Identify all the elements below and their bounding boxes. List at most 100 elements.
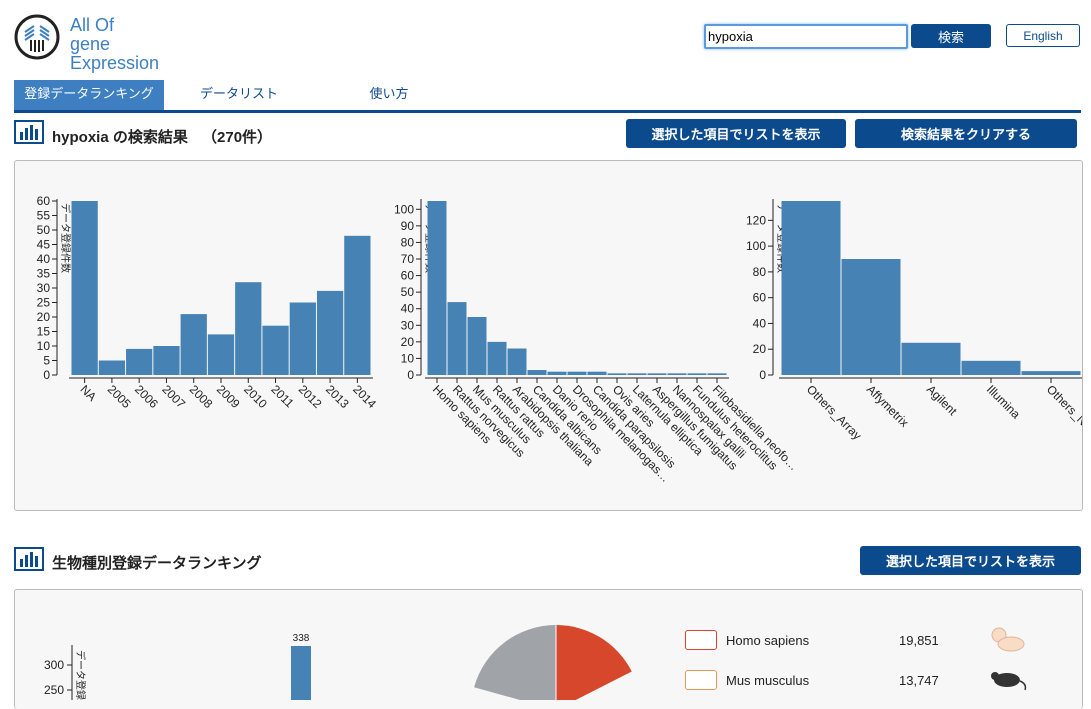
y-tick-label: 80 bbox=[753, 265, 767, 279]
y-tick-label: 35 bbox=[37, 267, 51, 281]
bar bbox=[687, 373, 707, 375]
bar bbox=[587, 371, 607, 375]
legend-item-homo-sapiens[interactable]: Homo sapiens 19,851 bbox=[685, 627, 1045, 652]
bar-chart: 051015202530354045505560データ登録件数NA 2005200… bbox=[37, 194, 380, 411]
bar bbox=[527, 370, 547, 375]
y-tick-label: 300 bbox=[44, 658, 64, 672]
y-tick-label: 60 bbox=[37, 194, 51, 208]
y-tick-label: 120 bbox=[746, 213, 766, 227]
y-tick-label: 0 bbox=[759, 368, 766, 382]
x-tick-label: 2012 bbox=[296, 382, 325, 411]
y-tick-label: 20 bbox=[37, 310, 51, 324]
y-tick-label: 40 bbox=[753, 316, 767, 330]
tab-data-list[interactable]: データリスト bbox=[174, 80, 304, 110]
bar bbox=[344, 235, 371, 375]
y-tick-label: 30 bbox=[37, 281, 51, 295]
x-tick-label: Others_NG bbox=[1044, 382, 1082, 435]
y-tick-label: 50 bbox=[37, 223, 51, 237]
bar bbox=[627, 373, 647, 375]
logo-line-1: All Of bbox=[70, 15, 115, 35]
show-list-button[interactable]: 選択した項目でリストを表示 bbox=[626, 119, 846, 148]
bar-chart-icon bbox=[14, 547, 44, 571]
x-tick-label: Others_Array bbox=[804, 382, 864, 442]
x-tick-label: 2014 bbox=[350, 382, 379, 411]
language-button[interactable]: English bbox=[1006, 24, 1080, 47]
y-tick-label: 20 bbox=[401, 335, 415, 349]
legend-count: 13,747 bbox=[899, 673, 939, 688]
y-tick-label: 50 bbox=[401, 285, 415, 299]
bar bbox=[781, 201, 841, 375]
bar bbox=[262, 325, 289, 375]
bar bbox=[180, 314, 207, 375]
y-tick-label: 45 bbox=[37, 238, 51, 252]
x-tick-label: 2013 bbox=[323, 382, 352, 411]
bar bbox=[667, 373, 687, 375]
x-tick-label: Agilent bbox=[924, 382, 960, 418]
results-title-suffix: の検索結果 bbox=[108, 129, 188, 146]
x-tick-label: 2010 bbox=[241, 382, 270, 411]
y-tick-label: 55 bbox=[37, 209, 51, 223]
y-tick-label: 0 bbox=[43, 368, 50, 382]
y-tick-label: 5 bbox=[43, 354, 50, 368]
results-charts: 051015202530354045505560データ登録件数NA 2005200… bbox=[37, 194, 1082, 485]
bar bbox=[707, 373, 727, 375]
y-axis-label: データ登録件数 bbox=[74, 650, 87, 700]
legend-name: Mus musculus bbox=[726, 673, 810, 688]
results-keyword: hypoxia bbox=[52, 129, 109, 146]
bar-chart: 0102030405060708090100データ登録件数Homo sapien… bbox=[394, 199, 801, 485]
legend-count: 19,851 bbox=[899, 633, 939, 648]
bar bbox=[567, 371, 587, 375]
bar bbox=[607, 373, 627, 375]
y-tick-label: 250 bbox=[44, 683, 64, 697]
baby-icon bbox=[991, 627, 1025, 652]
main-tabs: 登録データランキング データリスト 使い方 bbox=[14, 80, 1081, 113]
x-tick-label: Illumina bbox=[984, 382, 1023, 421]
legend-name: Homo sapiens bbox=[726, 633, 810, 648]
y-tick-label: 0 bbox=[407, 368, 414, 382]
y-tick-label: 25 bbox=[37, 296, 51, 310]
bar-chart-icon bbox=[14, 120, 44, 144]
x-tick-label: 2011 bbox=[268, 382, 296, 410]
x-tick-label: 2008 bbox=[187, 382, 216, 411]
species-show-list-button[interactable]: 選択した項目でリストを表示 bbox=[860, 546, 1081, 575]
bar bbox=[427, 201, 447, 375]
bar-chart: 020406080100120 データ登録件数Others_Array Affyme… bbox=[746, 199, 1082, 443]
bar bbox=[126, 348, 153, 375]
logo-icon bbox=[14, 14, 60, 60]
y-tick-label: 60 bbox=[401, 269, 415, 283]
species-section-title: 生物種別登録データランキング bbox=[52, 555, 262, 572]
species-pie-chart bbox=[474, 625, 632, 700]
x-tick-label: 2006 bbox=[132, 382, 161, 411]
legend-swatch[interactable] bbox=[685, 670, 717, 690]
search-input[interactable] bbox=[704, 24, 908, 49]
y-tick-label: 15 bbox=[37, 325, 51, 339]
y-tick-label: 10 bbox=[401, 351, 415, 365]
x-tick-label: 2005 bbox=[105, 382, 134, 411]
x-tick-label: 2007 bbox=[159, 382, 188, 411]
bar bbox=[841, 259, 901, 375]
clear-results-button[interactable]: 検索結果をクリアする bbox=[855, 119, 1077, 148]
x-tick-label: 2009 bbox=[214, 382, 243, 411]
bar bbox=[289, 302, 316, 375]
bar bbox=[507, 348, 527, 375]
bar bbox=[207, 334, 235, 375]
bar bbox=[901, 342, 961, 375]
app-logo[interactable]: All Of gene Expression bbox=[14, 14, 204, 73]
bar bbox=[291, 646, 311, 700]
bar bbox=[71, 201, 98, 375]
legend-swatch[interactable] bbox=[685, 630, 717, 650]
bar bbox=[467, 317, 487, 375]
tab-ranking[interactable]: 登録データランキング bbox=[14, 80, 164, 110]
y-tick-label: 90 bbox=[401, 219, 415, 233]
bar-value-label: 338 bbox=[293, 633, 310, 644]
y-tick-label: 20 bbox=[753, 342, 767, 356]
bar bbox=[153, 346, 180, 375]
tab-usage[interactable]: 使い方 bbox=[334, 80, 444, 110]
y-tick-label: 70 bbox=[401, 252, 415, 266]
results-title: hypoxia の検索結果 （270件） bbox=[52, 126, 272, 147]
y-tick-label: 60 bbox=[753, 291, 767, 305]
search-button[interactable]: 検索 bbox=[911, 24, 991, 48]
species-chart-panel: 250 300 データ登録件数 338 Homo sapiens 19,851 Mus… bbox=[14, 589, 1083, 709]
legend-item-mus-musculus[interactable]: Mus musculus 13,747 bbox=[685, 670, 1045, 692]
y-tick-label: 100 bbox=[746, 239, 766, 253]
